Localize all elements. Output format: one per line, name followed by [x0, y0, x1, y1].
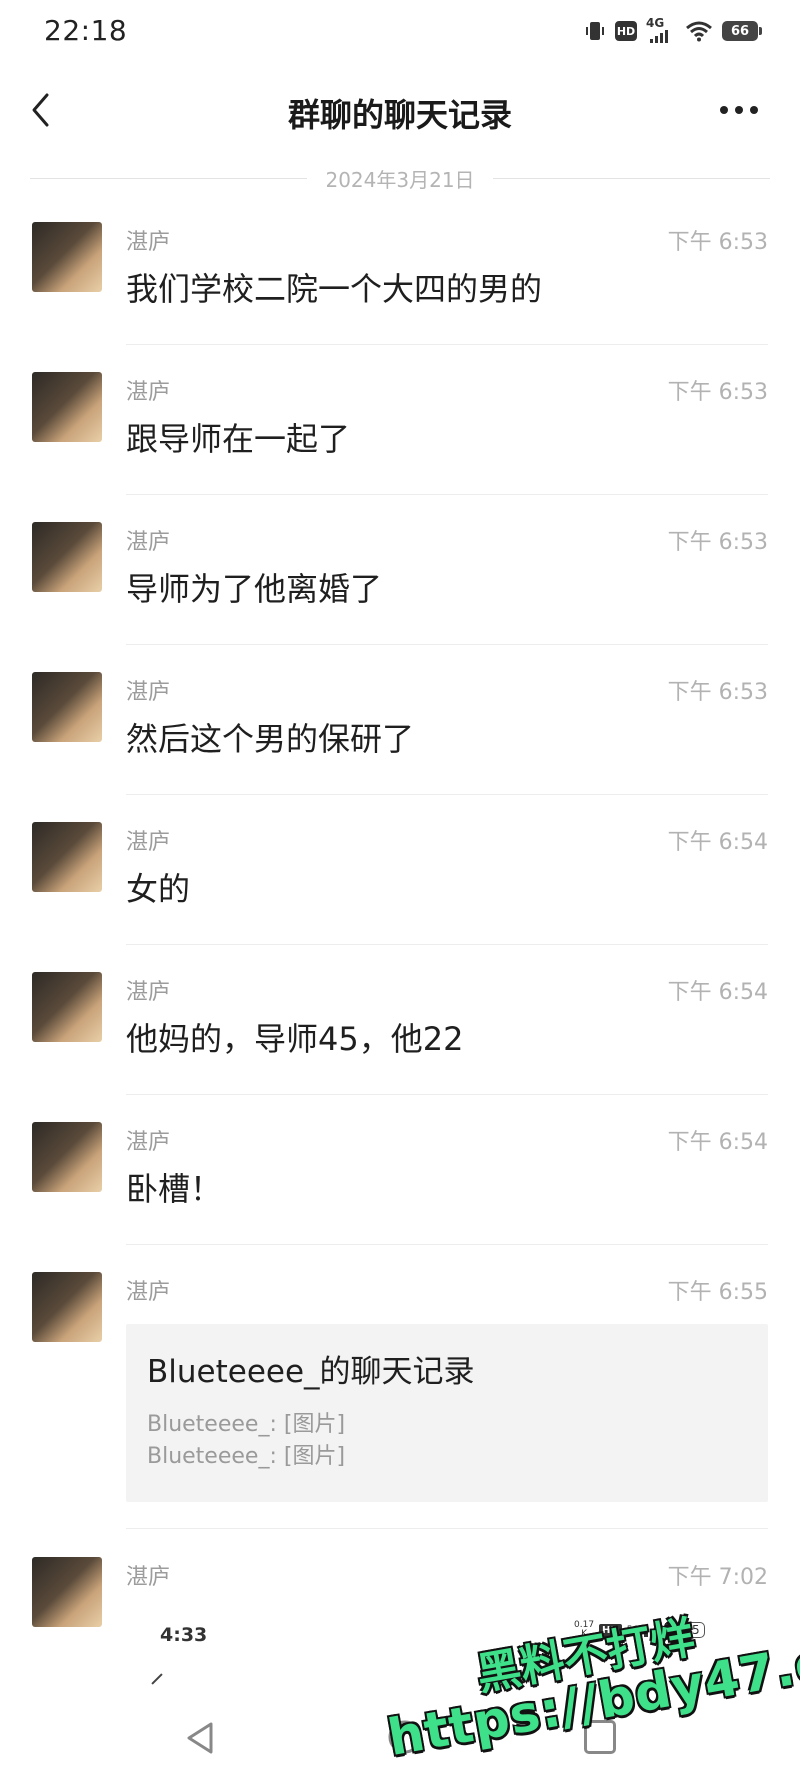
avatar[interactable]: [32, 972, 102, 1042]
message-separator: [126, 494, 768, 495]
sender-name: 湛庐: [126, 1130, 171, 1155]
message-separator: [126, 1094, 768, 1095]
sender-name: 湛庐: [126, 680, 171, 705]
message-separator: [126, 344, 768, 345]
inner-hd-badge: HD: [599, 1623, 622, 1637]
nav-recent-apps-icon[interactable]: [584, 1720, 616, 1754]
message-time: 下午 6:55: [667, 1280, 768, 1305]
sender-name: 湛庐: [126, 830, 171, 855]
page-title: 群聊的聊天记录: [287, 96, 512, 134]
inner-status-time: 4:33: [160, 1624, 208, 1646]
avatar[interactable]: [32, 372, 102, 442]
cellular-signal-icon: 4G: [646, 16, 676, 43]
chat-record-line: Blueteeee_: [图片]: [147, 1444, 346, 1469]
message-text: 然后这个男的保研了: [126, 720, 415, 758]
message-separator: [126, 644, 768, 645]
message-text: 我们学校二院一个大四的男的: [126, 270, 543, 308]
message-time: 下午 7:02: [667, 1565, 768, 1590]
sender-name: 湛庐: [126, 1280, 171, 1305]
status-icons: HD 4G 66: [584, 15, 762, 47]
sender-name: 湛庐: [126, 380, 171, 405]
avatar[interactable]: [32, 522, 102, 592]
chat-record-card[interactable]: Blueteeee_的聊天记录 Blueteeee_: [图片] Bluetee…: [126, 1324, 768, 1502]
status-time: 22:18: [44, 14, 128, 47]
avatar[interactable]: [32, 222, 102, 292]
message-separator: [126, 1528, 768, 1529]
message-text: 卧槽！: [126, 1170, 223, 1208]
date-label: 2024年3月21日: [325, 167, 475, 192]
message-time: 下午 6:53: [667, 230, 768, 255]
sender-name: 湛庐: [126, 1565, 171, 1590]
message-separator: [126, 794, 768, 795]
more-options-button[interactable]: [714, 92, 764, 128]
inner-status-icons: 0.17 K HD 5G 45: [574, 1621, 705, 1639]
message-text: 女的: [126, 870, 191, 908]
title-bar: 群聊的聊天记录: [0, 62, 800, 162]
more-dots-icon: [720, 106, 758, 114]
wifi-icon: [686, 21, 712, 42]
divider-line: [30, 177, 308, 179]
avatar[interactable]: [32, 1122, 102, 1192]
message-separator: [126, 1244, 768, 1245]
watermark-text: 黑料不打烊: [473, 1612, 699, 1701]
sender-name: 湛庐: [126, 530, 171, 555]
sender-name: 湛庐: [126, 980, 171, 1005]
message-time: 下午 6:53: [667, 530, 768, 555]
avatar[interactable]: [32, 1557, 102, 1627]
slash-mark: [151, 1673, 163, 1685]
sender-name: 湛庐: [126, 230, 171, 255]
message-text: 跟导师在一起了: [126, 420, 351, 458]
avatar[interactable]: [32, 1272, 102, 1342]
battery-icon: 66: [722, 21, 762, 41]
inner-network-type: 5G: [626, 1624, 640, 1635]
network-type: 4G: [646, 16, 665, 30]
message-time: 下午 6:54: [667, 1130, 768, 1155]
net-speed-unit: K: [581, 1629, 587, 1639]
nav-home-icon[interactable]: [386, 1718, 424, 1756]
vibrate-icon: [586, 22, 604, 40]
hd-badge: HD: [615, 21, 637, 41]
message-time: 下午 6:54: [667, 830, 768, 855]
message-separator: [126, 944, 768, 945]
message-text: 他妈的，导师45，他22: [126, 1020, 464, 1058]
status-bar: 22:18 HD 4G 66: [0, 0, 800, 62]
message-time: 下午 6:54: [667, 980, 768, 1005]
chat-record-title: Blueteeee_的聊天记录: [147, 1354, 475, 1390]
inner-signal-icon: [644, 1623, 670, 1637]
chat-record-line: Blueteeee_: [图片]: [147, 1412, 346, 1437]
date-divider: 2024年3月21日: [30, 165, 771, 192]
nav-back-icon[interactable]: [183, 1720, 217, 1756]
message-time: 下午 6:53: [667, 380, 768, 405]
message-time: 下午 6:53: [667, 680, 768, 705]
inner-battery-icon: 45: [679, 1622, 705, 1638]
divider-line: [492, 177, 771, 179]
avatar[interactable]: [32, 672, 102, 742]
avatar[interactable]: [32, 822, 102, 892]
message-text: 导师为了他离婚了: [126, 570, 383, 608]
